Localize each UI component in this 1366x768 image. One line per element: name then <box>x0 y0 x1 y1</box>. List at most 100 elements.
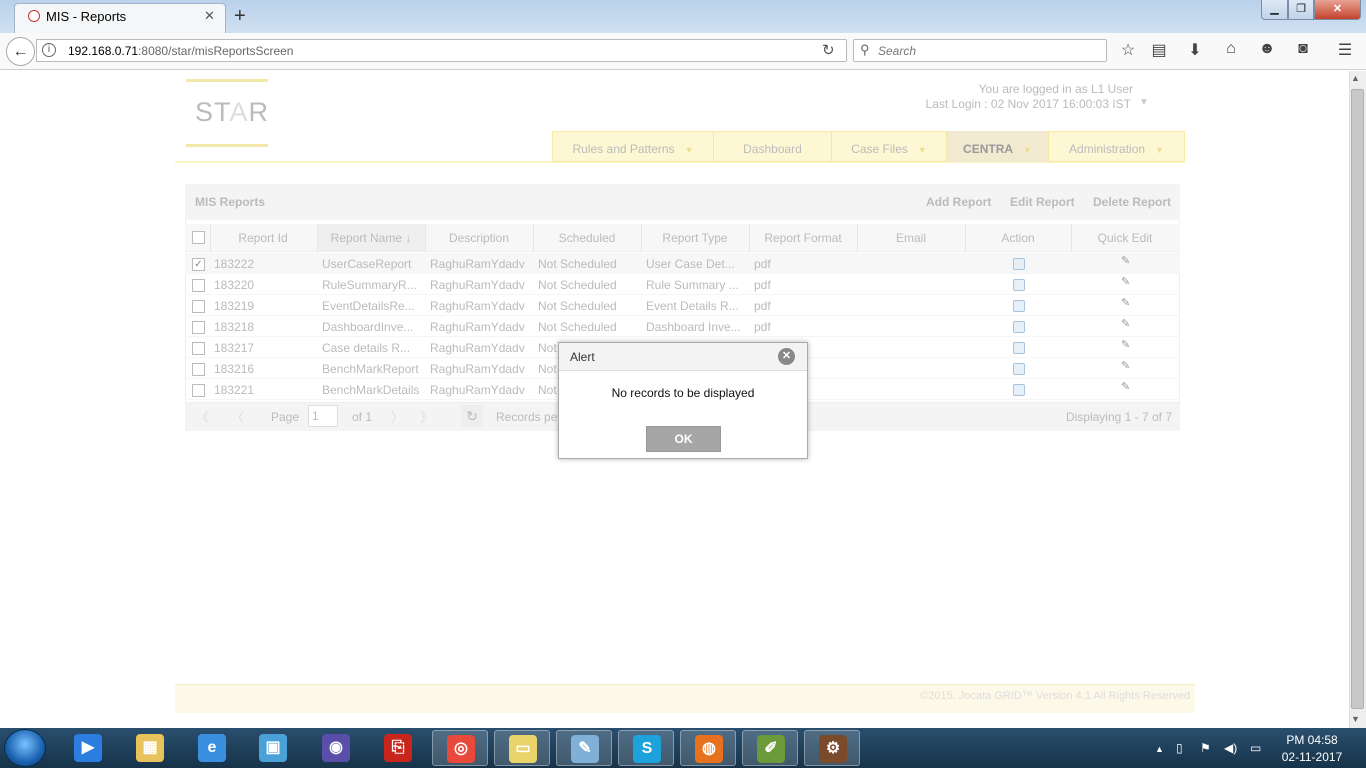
column-action[interactable]: Action <box>965 231 1071 245</box>
quick-edit-pencil-icon[interactable]: ✎ <box>1121 254 1130 267</box>
view-report-icon[interactable] <box>1013 279 1025 291</box>
scrollbar-thumb[interactable] <box>1351 89 1364 709</box>
acrobat-icon[interactable]: ⎘ <box>370 730 426 766</box>
view-report-icon[interactable] <box>1013 258 1025 270</box>
menu-centra[interactable]: CENTRA ▼ <box>947 131 1049 162</box>
notepad-icon[interactable]: ✎ <box>556 730 612 766</box>
row-checkbox[interactable] <box>192 321 205 334</box>
quick-edit-pencil-icon[interactable]: ✎ <box>1121 296 1130 309</box>
row-checkbox[interactable] <box>192 300 205 313</box>
add-report-button[interactable]: Add Report <box>926 195 991 209</box>
row-checkbox[interactable] <box>192 279 205 292</box>
video-player-icon[interactable]: ▣ <box>245 730 301 766</box>
reading-list-icon[interactable]: ▤ <box>1148 40 1170 60</box>
window-close-button[interactable]: ✕ <box>1314 0 1361 20</box>
edit-report-button[interactable]: Edit Report <box>1010 195 1075 209</box>
bookmark-star-icon[interactable]: ☆ <box>1117 40 1139 60</box>
menu-rules-and-patterns[interactable]: Rules and Patterns ▼ <box>553 131 714 162</box>
cell-report-id: 183220 <box>214 278 255 292</box>
download-icon[interactable]: ⬇ <box>1184 40 1206 60</box>
last-page-icon[interactable]: 》 <box>420 407 433 426</box>
clock-date[interactable]: 02-11-2017 <box>1280 750 1344 764</box>
next-page-icon[interactable]: 〉 <box>391 407 404 426</box>
view-report-icon[interactable] <box>1013 300 1025 312</box>
menu-case-files[interactable]: Case Files ▼ <box>832 131 947 162</box>
column-quick-edit[interactable]: Quick Edit <box>1071 231 1179 245</box>
alert-message: No records to be displayed <box>611 386 755 400</box>
notepad-plus-icon-glyph: ✐ <box>757 735 785 763</box>
java-ee-ide-icon[interactable]: ⚙ <box>804 730 860 766</box>
view-report-icon[interactable] <box>1013 342 1025 354</box>
column-email[interactable]: Email <box>857 231 965 245</box>
quick-edit-pencil-icon[interactable]: ✎ <box>1121 380 1130 393</box>
menu-icon[interactable]: ☰ <box>1334 40 1356 60</box>
row-checkbox[interactable]: ✓ <box>192 258 205 271</box>
url-text[interactable]: 192.168.0.71:8080/star/misReportsScreen <box>68 44 293 58</box>
column-description[interactable]: Description <box>425 231 533 245</box>
network-icon[interactable]: ▭ <box>1250 741 1261 755</box>
file-explorer-icon[interactable]: ▦ <box>122 730 178 766</box>
menu-administration[interactable]: Administration ▼ <box>1049 131 1184 162</box>
alert-close-icon[interactable]: ✕ <box>778 348 795 365</box>
view-report-icon[interactable] <box>1013 321 1025 333</box>
scroll-down-icon[interactable]: ▼ <box>1351 714 1360 724</box>
internet-explorer-icon[interactable]: e <box>184 730 240 766</box>
column-report-name[interactable]: Report Name ↓ <box>317 231 425 245</box>
prev-page-icon[interactable]: 〈 <box>231 407 244 426</box>
column-report-type[interactable]: Report Type <box>641 231 749 245</box>
row-checkbox[interactable] <box>192 342 205 355</box>
delete-report-button[interactable]: Delete Report <box>1093 195 1171 209</box>
menu-label: Rules and Patterns <box>572 142 675 156</box>
media-player-icon[interactable]: ▶ <box>60 730 116 766</box>
view-report-icon[interactable] <box>1013 384 1025 396</box>
tray-expand-icon[interactable]: ▲ <box>1155 744 1164 754</box>
site-info-icon[interactable]: i <box>42 43 56 57</box>
user-menu-chevron-down-icon[interactable]: ▼ <box>1139 97 1149 108</box>
notepad-plus-icon[interactable]: ✐ <box>742 730 798 766</box>
quick-edit-pencil-icon[interactable]: ✎ <box>1121 317 1130 330</box>
skype-icon[interactable]: S <box>618 730 674 766</box>
search-input[interactable]: Search <box>878 44 916 58</box>
menu-label: Dashboard <box>743 142 802 156</box>
start-button[interactable] <box>4 729 46 767</box>
chrome-icon[interactable]: ◎ <box>432 730 488 766</box>
refresh-icon[interactable]: ↻ <box>461 405 483 427</box>
window-maximize-button[interactable]: ❐ <box>1288 0 1314 20</box>
firefox-icon[interactable]: ◍ <box>680 730 736 766</box>
quick-edit-pencil-icon[interactable]: ✎ <box>1121 359 1130 372</box>
cell-description: RaghuRamYdadv <box>430 299 525 313</box>
pocket-icon[interactable]: ◙ <box>1292 40 1314 58</box>
cell-report-type: Dashboard Inve... <box>646 320 741 334</box>
chat-icon[interactable]: ☻ <box>1256 40 1278 58</box>
column-report-id[interactable]: Report Id <box>210 231 316 245</box>
eclipse-icon[interactable]: ◉ <box>308 730 364 766</box>
page-number-input[interactable] <box>308 405 338 427</box>
quick-edit-pencil-icon[interactable]: ✎ <box>1121 338 1130 351</box>
row-checkbox[interactable] <box>192 363 205 376</box>
device-icon[interactable]: ▯ <box>1176 741 1183 755</box>
alert-ok-button[interactable]: OK <box>646 426 721 452</box>
new-tab-button[interactable]: + <box>234 5 246 28</box>
view-report-icon[interactable] <box>1013 363 1025 375</box>
action-center-flag-icon[interactable]: ⚑ <box>1200 741 1211 755</box>
cell-report-type: Event Details R... <box>646 299 739 313</box>
cell-report-id: 183217 <box>214 341 255 355</box>
select-all-checkbox[interactable] <box>192 231 205 244</box>
file-explorer-icon-glyph: ▦ <box>136 734 164 762</box>
back-button[interactable]: ← <box>6 37 35 66</box>
scroll-up-icon[interactable]: ▲ <box>1351 73 1360 83</box>
first-page-icon[interactable]: 《 <box>196 407 209 426</box>
column-scheduled[interactable]: Scheduled <box>533 231 641 245</box>
window-minimize-button[interactable]: ▁ <box>1261 0 1288 20</box>
column-report-format[interactable]: Report Format <box>749 231 857 245</box>
menu-dashboard[interactable]: Dashboard <box>714 131 832 162</box>
volume-icon[interactable]: ◀) <box>1224 741 1237 755</box>
home-icon[interactable]: ⌂ <box>1220 40 1242 58</box>
reload-icon[interactable]: ↻ <box>822 41 835 59</box>
sticky-notes-icon[interactable]: ▭ <box>494 730 550 766</box>
row-checkbox[interactable] <box>192 384 205 397</box>
clock-time[interactable]: PM 04:58 <box>1282 733 1342 747</box>
star-logo[interactable]: STAR <box>195 97 269 128</box>
tab-close-icon[interactable]: ✕ <box>204 8 215 24</box>
quick-edit-pencil-icon[interactable]: ✎ <box>1121 275 1130 288</box>
